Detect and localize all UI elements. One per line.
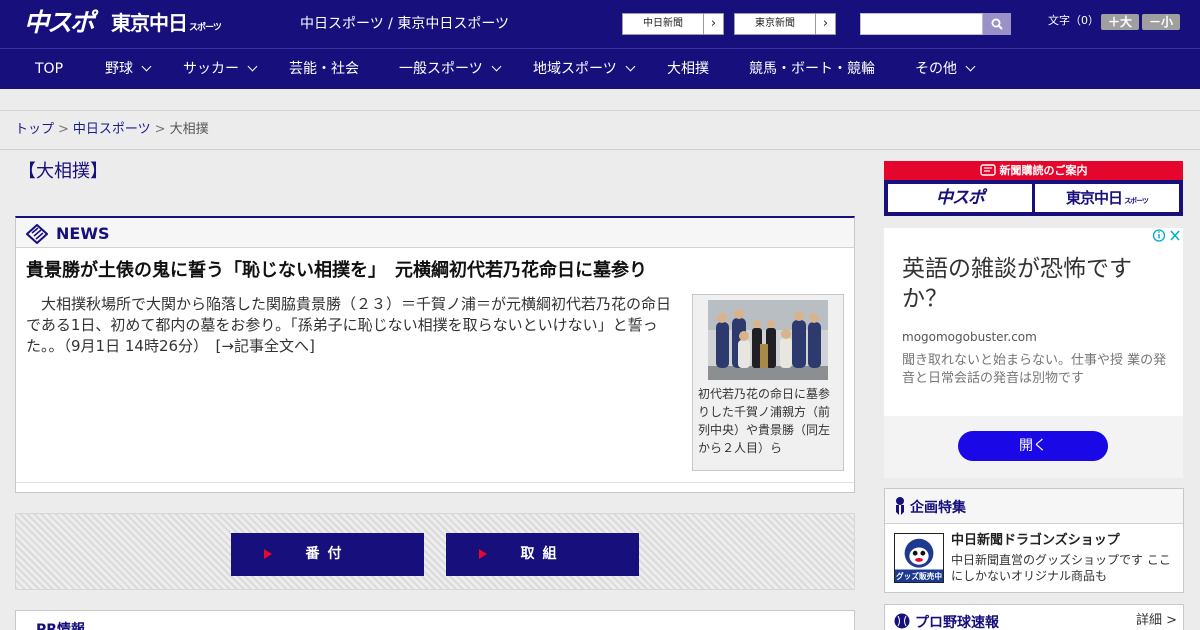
torikumi-label: 取組 <box>520 546 565 562</box>
chunichi-shimbun-link[interactable]: 中日新聞 › <box>622 13 724 35</box>
news-section: NEWS 貴景勝が土俵の鬼に誓う「恥じない相撲を」 元横綱初代若乃花命日に墓参り… <box>15 216 855 493</box>
logo-tokyo-chunichi[interactable]: 東京中日 スポーツ <box>111 11 222 40</box>
nav-label: 地域スポーツ <box>533 61 617 77</box>
site-header: 中スポ 東京中日 スポーツ 中日スポーツ / 東京中日スポーツ 中日新聞 › 東京… <box>0 0 1200 48</box>
ad-description: 聞き取れないと始まらない。仕事や授 業の発音と日常会話の発音は別物です <box>902 353 1167 386</box>
subscribe-tokyo-logo[interactable]: 東京中日 スポーツ <box>1035 184 1179 212</box>
nav-label: 芸能・社会 <box>289 61 359 77</box>
page-title: 【大相撲】 <box>18 161 108 182</box>
adchoices-icon[interactable] <box>1151 228 1183 243</box>
pr-section: PR情報 <box>15 610 855 630</box>
news-label: NEWS <box>56 224 110 243</box>
nav-sumo[interactable]: 大相撲 <box>667 49 709 89</box>
divider <box>16 482 854 483</box>
subscription-heading: 新聞購読のご案内 <box>884 161 1183 180</box>
nav-baseball[interactable]: 野球 <box>105 49 152 89</box>
triangle-right-icon <box>479 549 487 559</box>
logo-tokyo-text: 東京中日 <box>111 11 188 35</box>
nav-label: 競馬・ボート・競輪 <box>749 61 875 77</box>
nav-label: 野球 <box>105 61 133 77</box>
dragons-badge-text: グッズ販売中 <box>896 571 942 581</box>
photo-caption: 初代若乃花の命日に墓参りした千賀ノ浦親方（前列中央）や貴景勝（同左から２人目）ら <box>698 387 831 455</box>
article-summary[interactable]: 大相撲秋場所で大関から陥落した関脇貴景勝（２３）＝千賀ノ浦＝が元横綱初代若乃花の… <box>26 294 686 357</box>
logo-tokyo-small: スポーツ <box>189 23 222 33</box>
advertisement[interactable]: 英語の雑談が恐怖ですか？ mogomogobuster.com 聞き取れないと始… <box>884 228 1183 478</box>
main-nav: TOP 野球 サッカー 芸能・社会 一般スポーツ 地域スポーツ 大相撲 競馬・ボ… <box>0 48 1200 89</box>
nav-general-sports[interactable]: 一般スポーツ <box>399 49 502 89</box>
torikumi-button[interactable]: 取組 <box>446 533 639 576</box>
subscribe-tokyo-text: 東京中日 <box>1066 189 1123 207</box>
nav-top[interactable]: TOP <box>35 49 63 89</box>
banzuke-button[interactable]: 番付 <box>231 533 424 576</box>
search-input[interactable] <box>860 13 983 35</box>
breadcrumb-separator: > <box>154 122 166 137</box>
article-photo-box[interactable]: 初代若乃花の命日に墓参りした千賀ノ浦親方（前列中央）や貴景勝（同左から２人目）ら <box>692 294 844 471</box>
nav-other[interactable]: その他 <box>915 49 976 89</box>
breadcrumb-separator: > <box>58 122 69 137</box>
newspaper-icon <box>979 164 996 176</box>
feature-section: 企画特集 グッズ販売中 中日新聞ドラゴンズショップ 中日新聞直営のグッズショップ… <box>884 488 1184 593</box>
search-icon <box>991 18 1003 30</box>
chevron-down-icon <box>491 61 502 72</box>
banzuke-label: 番付 <box>305 546 350 562</box>
ad-domain: mogomogobuster.com <box>902 330 1037 344</box>
breadcrumb-current: 大相撲 <box>169 122 209 137</box>
nav-entertainment[interactable]: 芸能・社会 <box>289 49 359 89</box>
ad-open-button[interactable]: 開く <box>958 431 1108 461</box>
breadcrumb-section-link[interactable]: 中日スポーツ <box>73 122 151 137</box>
chevron-down-icon <box>625 61 636 72</box>
nav-label: 一般スポーツ <box>399 61 483 77</box>
nav-soccer[interactable]: サッカー <box>183 49 258 89</box>
subscribe-chuspo-logo[interactable]: 中スポ <box>888 184 1032 212</box>
ribbon-icon <box>896 497 904 515</box>
nav-label: TOP <box>35 61 64 77</box>
dragons-shop-logo[interactable]: グッズ販売中 <box>894 533 944 583</box>
article-photo <box>708 300 828 380</box>
breadcrumb-top-link[interactable]: トップ <box>15 122 54 137</box>
feature-item-title[interactable]: 中日新聞ドラゴンズショップ <box>951 532 1120 549</box>
nav-keiba[interactable]: 競馬・ボート・競輪 <box>749 49 875 89</box>
triangle-right-icon <box>264 549 272 559</box>
newspaper-icon <box>26 224 48 244</box>
subscription-banner[interactable]: 新聞購読のご案内 中スポ 東京中日 スポーツ <box>884 161 1183 216</box>
baseball-icon <box>894 613 910 629</box>
pr-label: PR情報 <box>36 622 86 630</box>
tokyo-shimbun-label: 東京新聞 <box>755 18 795 29</box>
pro-baseball-more-link[interactable]: 詳細 > <box>1136 613 1177 629</box>
chevron-down-icon <box>247 61 258 72</box>
chevron-down-icon <box>141 61 152 72</box>
nav-label: サッカー <box>183 61 239 77</box>
subscribe-tokyo-small: スポーツ <box>1124 197 1149 205</box>
sumo-links-area: 番付 取組 <box>15 513 855 590</box>
search-button[interactable] <box>983 13 1011 35</box>
font-larger-button[interactable]: ＋大 <box>1101 14 1139 30</box>
site-title: 中日スポーツ / 東京中日スポーツ <box>300 16 510 32</box>
feature-label: 企画特集 <box>910 500 966 516</box>
feature-header: 企画特集 <box>885 489 1183 524</box>
chevron-right-icon: › <box>703 14 723 34</box>
subscription-heading-text: 新聞購読のご案内 <box>999 164 1088 177</box>
pro-baseball-section: プロ野球速報 詳細 > <box>884 604 1184 630</box>
ad-headline[interactable]: 英語の雑談が恐怖ですか？ <box>902 254 1172 314</box>
nav-label: 大相撲 <box>667 61 709 77</box>
breadcrumb: トップ > 中日スポーツ > 大相撲 <box>15 122 209 138</box>
font-smaller-button[interactable]: －小 <box>1142 14 1180 30</box>
article-headline[interactable]: 貴景勝が土俵の鬼に誓う「恥じない相撲を」 元横綱初代若乃花命日に墓参り <box>26 259 647 283</box>
pro-baseball-label: プロ野球速報 <box>915 615 999 630</box>
spacer-strip <box>0 89 1200 111</box>
logo-chuspo[interactable]: 中スポ <box>24 9 95 37</box>
font-size-label: 文字（0） <box>1048 14 1099 27</box>
chunichi-shimbun-label: 中日新聞 <box>643 18 683 29</box>
nav-local-sports[interactable]: 地域スポーツ <box>533 49 636 89</box>
chevron-down-icon <box>965 61 976 72</box>
tokyo-shimbun-link[interactable]: 東京新聞 › <box>734 13 836 35</box>
news-header: NEWS <box>16 218 854 248</box>
feature-item-description: 中日新聞直営のグッズショップです ここにしかないオリジナル商品も <box>951 553 1171 583</box>
breadcrumb-bar: トップ > 中日スポーツ > 大相撲 <box>0 112 1200 150</box>
chevron-right-icon: › <box>815 14 835 34</box>
nav-label: その他 <box>915 61 957 77</box>
